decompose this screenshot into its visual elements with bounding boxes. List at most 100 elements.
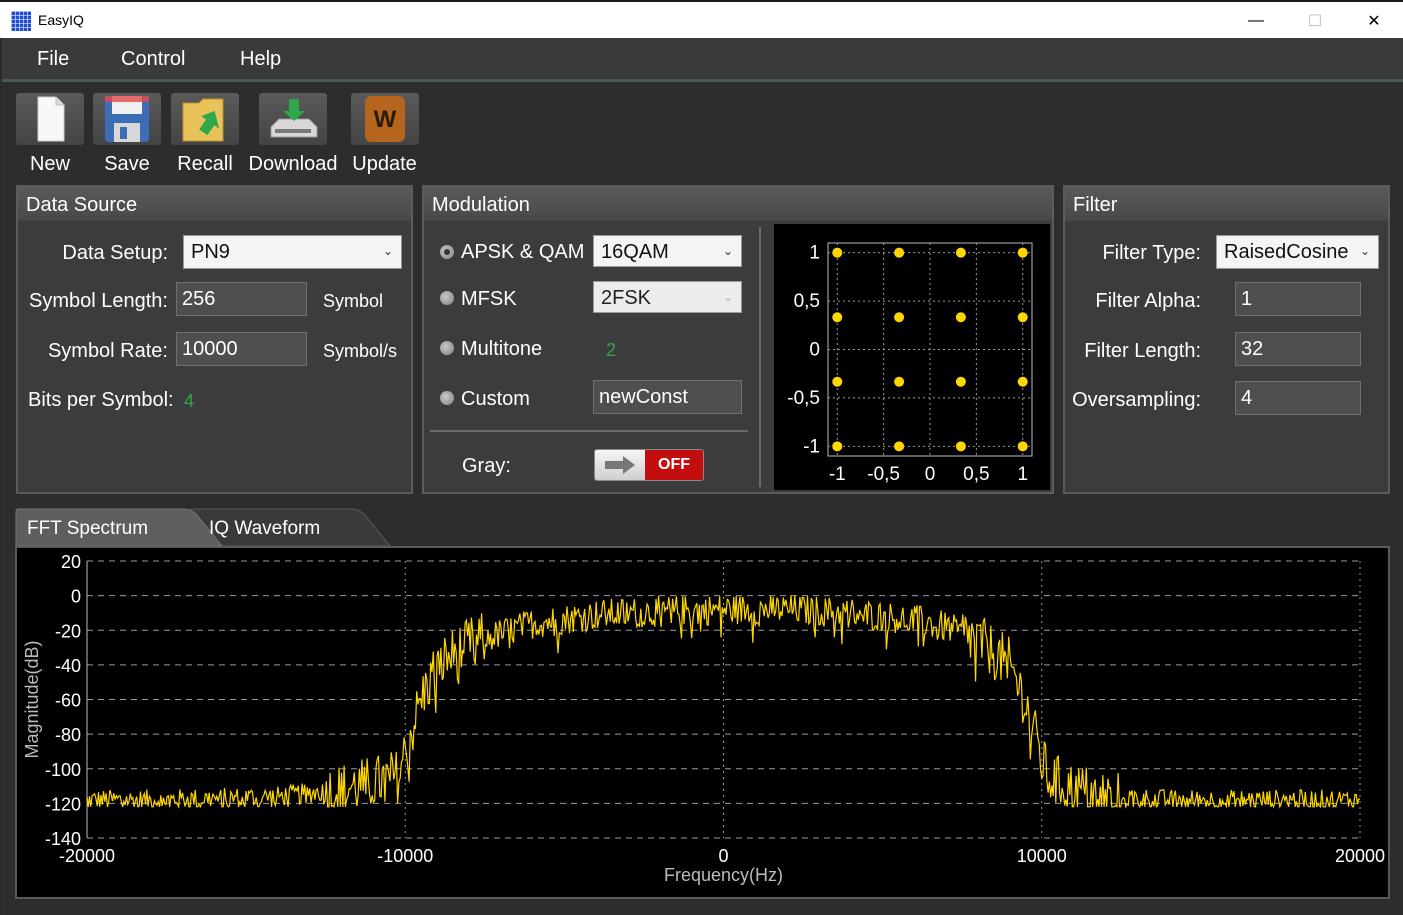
save-button[interactable]: Save [93,93,161,175]
x-tick-label: -1 [829,464,846,485]
menu-file[interactable]: File [37,48,69,71]
x-tick-label: 0 [925,464,936,485]
data-setup-label: Data Setup: [62,242,168,264]
menu-help[interactable]: Help [240,48,281,71]
y-tick-label: -20 [55,621,81,641]
y-tick-label: 0 [71,587,81,607]
bits-per-symbol-value: 4 [184,391,195,411]
update-label: Update [352,153,417,175]
custom-label: Custom [461,388,530,410]
mfsk-radio[interactable] [440,291,454,305]
toggle-knob [595,450,645,480]
window-title: EasyIQ [38,12,84,28]
custom-radio[interactable] [440,391,454,405]
apsk-qam-value: 16QAM [601,241,669,263]
maximize-button[interactable]: ☐ [1292,6,1338,36]
new-file-icon [16,93,84,145]
x-tick-label: -10000 [377,846,433,866]
update-logo-icon: W [350,93,419,145]
symbol-rate-unit: Symbol/s [323,341,398,361]
constellation-point [832,441,843,452]
y-tick-label: 1 [809,243,820,264]
multitone-label: Multitone [461,338,543,360]
symbol-rate-input[interactable]: 10000 [176,332,307,366]
title-bar: EasyIQ — ☐ ✕ [0,0,1403,38]
divider [759,227,761,487]
menu-control[interactable]: Control [121,48,185,71]
constellation-point [1017,312,1028,323]
arrow-right-icon [605,456,635,474]
multitone-value: 2 [606,340,617,360]
y-tick-label: -1 [803,436,820,457]
x-tick-label: 0 [718,846,728,866]
new-label: New [29,153,70,175]
filter-type-select[interactable]: RaisedCosine ⌄ [1216,235,1379,269]
constellation-point [955,247,966,258]
x-tick-label: 0,5 [963,464,989,485]
symbol-length-input[interactable]: 256 [176,282,307,316]
constellation-point [894,312,905,323]
constellation-point [894,441,905,452]
constellation-point [1017,441,1028,452]
apsk-qam-radio[interactable] [440,245,454,259]
data-setup-select[interactable]: PN9 ⌄ [183,235,402,269]
filter-type-value: RaisedCosine [1224,241,1349,263]
data-source-title: Data Source [26,194,138,216]
recall-label: Recall [177,153,233,175]
multitone-radio[interactable] [440,341,454,355]
mfsk-value: 2FSK [601,287,652,309]
y-tick-label: -100 [45,760,81,780]
mfsk-label: MFSK [461,288,517,310]
save-label: Save [104,153,150,175]
apsk-qam-select[interactable]: 16QAM ⌄ [593,235,742,267]
gray-toggle-state: OFF [645,450,703,480]
filter-alpha-input[interactable]: 1 [1235,282,1361,316]
x-tick-label: 1 [1017,464,1028,485]
constellation-point [832,247,843,258]
oversampling-label: Oversampling: [1072,389,1201,411]
x-tick-label: -0,5 [867,464,900,485]
data-setup-value: PN9 [191,241,230,263]
y-tick-label: -120 [45,794,81,814]
filter-length-input[interactable]: 32 [1235,332,1361,366]
update-button[interactable]: W Update [347,93,422,175]
spectrum-svg: 200-20-40-60-80-100-120-140-20000 -10000 0… [22,552,1385,885]
chevron-down-icon: ⌄ [722,290,733,304]
tab-iq-waveform[interactable]: IQ Waveform [209,518,320,540]
fft-spectrum-plot: 20 0 -20 -40 -60 -80 -100 -120 -140 -20000 -10000 0… [15,546,1390,899]
gray-label: Gray: [462,455,511,477]
oversampling-input[interactable]: 4 [1235,381,1361,415]
symbol-length-unit: Symbol [323,291,384,311]
mfsk-select[interactable]: 2FSK ⌄ [593,281,742,313]
x-tick-label: -20000 [59,846,115,866]
y-tick-label: -40 [55,656,81,676]
x-tick-label: 20000 [1335,846,1385,866]
menu-bar: File Control Help [2,38,1403,82]
constellation-point [832,312,843,323]
symbol-rate-label: Symbol Rate: [47,340,168,362]
constellation-point [1017,247,1028,258]
download-button[interactable]: Download [248,93,338,175]
app-grid-icon [11,11,31,31]
chevron-down-icon: ⌄ [1359,244,1370,258]
constellation-point [955,441,966,452]
y-tick-label: -80 [55,725,81,745]
y-tick-label: -60 [55,691,81,711]
custom-const-input[interactable]: newConst [593,380,742,414]
constellation-point [832,376,843,387]
y-tick-label: 0 [809,340,820,361]
new-button[interactable]: New [16,93,84,175]
filter-type-label: Filter Type: [1102,242,1201,264]
data-source-panel: Data Source Data Setup: PN9 ⌄ Symbol Leng… [16,185,413,494]
recall-button[interactable]: Recall [171,93,239,175]
gray-toggle[interactable]: OFF [594,449,704,481]
close-button[interactable]: ✕ [1351,6,1397,36]
y-tick-label: 0,5 [794,291,820,312]
apsk-qam-label: APSK & QAM [461,241,585,263]
chevron-down-icon: ⌄ [722,244,733,258]
modulation-panel: Modulation APSK & QAM 16QAM ⌄ MFSK 2FSK ⌄ … [422,185,1054,494]
tab-fft-spectrum[interactable]: FFT Spectrum [27,518,148,540]
minimize-button[interactable]: — [1233,6,1279,36]
bits-per-symbol-label: Bits per Symbol: [28,389,174,411]
x-tick-label: 10000 [1017,846,1067,866]
